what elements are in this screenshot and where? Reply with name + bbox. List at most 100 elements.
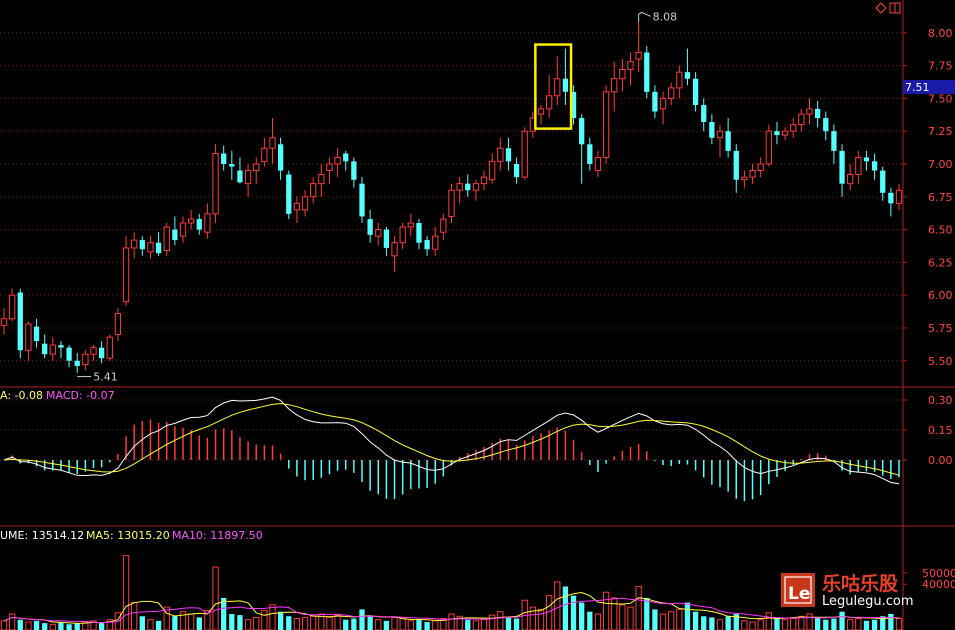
- price-axis: 8.00 7.75 7.50 7.25 7.00 6.75 6.50 6.25 6.00 5.75…: [903, 27, 953, 368]
- candle-body-down: [359, 183, 365, 217]
- candle-body-down: [579, 118, 585, 145]
- volume-bar-up: [244, 619, 252, 630]
- candle-body-up: [310, 183, 317, 198]
- volume-bar-down: [139, 616, 145, 630]
- candle-body-up: [668, 87, 675, 99]
- candle-body-up: [204, 213, 211, 233]
- candle-body-up: [253, 163, 260, 172]
- macd-axis: 0.30 0.15 0.00: [903, 394, 953, 467]
- volume-bar-up: [25, 621, 32, 630]
- volume-bar-up: [407, 620, 414, 630]
- candle-body-down: [888, 192, 894, 204]
- candle-body-down: [98, 347, 105, 359]
- candle-body-up: [554, 78, 561, 97]
- volume-bar-down: [196, 617, 202, 630]
- macd-tick-label: 0.15: [928, 424, 953, 437]
- candle-body-down: [863, 157, 870, 162]
- candle-body-down: [652, 91, 658, 112]
- candle-body-up: [790, 124, 797, 132]
- volume-bar-down: [701, 616, 707, 630]
- candle-body-up: [399, 226, 406, 244]
- volume-bar-up: [611, 597, 618, 630]
- window-icons[interactable]: [875, 2, 901, 14]
- volume-bar-down: [351, 618, 357, 630]
- watermark-brand-cn: 乐咕乐股: [822, 573, 898, 595]
- candle-body-down: [823, 118, 829, 132]
- volume-bar-down: [42, 623, 48, 630]
- candle-body-down: [774, 131, 780, 136]
- candle-body-down: [196, 219, 202, 230]
- candle-body-up: [448, 189, 455, 217]
- candle-body-up: [179, 222, 187, 237]
- volume-tick-label: 40000: [922, 578, 955, 591]
- volume-bar-down: [871, 619, 878, 630]
- volume-bar-down: [286, 616, 292, 630]
- candle-body-down: [814, 108, 821, 119]
- candle-body-up: [407, 222, 414, 228]
- candle-body-up: [326, 163, 333, 172]
- candle-body-down: [416, 223, 422, 243]
- volume-bar-down: [709, 617, 715, 630]
- candle-body-down: [74, 360, 80, 367]
- candle-body-up: [49, 344, 56, 355]
- volume-bar-down: [579, 602, 585, 630]
- candle-body-up: [895, 189, 903, 204]
- volume-bar-up: [399, 618, 406, 630]
- volume-bar-up: [334, 614, 341, 630]
- macd-grid: [0, 399, 903, 461]
- candle-body-down: [587, 144, 593, 164]
- candle-body-up: [187, 218, 195, 224]
- volume-bar-up: [676, 608, 683, 630]
- volume-bar-down: [465, 619, 471, 630]
- candle-body-up: [716, 130, 724, 139]
- price-tick-label: 6.75: [928, 191, 953, 204]
- volume-bar-down: [277, 611, 284, 630]
- macd-dif-label: A: -0.08: [0, 389, 43, 402]
- price-tick-label: 5.75: [928, 322, 953, 335]
- watermark-brand-url: Legulegu.com: [822, 594, 914, 609]
- candle-body-up: [122, 247, 130, 303]
- candle-body-down: [58, 345, 64, 348]
- candle-body-down: [684, 72, 691, 79]
- volume-bar-up: [554, 581, 561, 630]
- volume-bar-up: [806, 613, 813, 630]
- candle-body-down: [562, 78, 569, 92]
- stock-chart: 8.00 7.75 7.50 7.25 7.00 6.75 6.50 6.25 6.00 5.75…: [0, 0, 955, 630]
- volume-bar-up: [668, 611, 675, 630]
- volume-bar-down: [562, 586, 569, 630]
- candle-body-up: [163, 226, 170, 252]
- candle-body-down: [277, 144, 284, 171]
- price-tick-label: 6.50: [928, 224, 953, 237]
- volume-bar-up: [293, 618, 301, 630]
- candle-body-down: [66, 347, 72, 361]
- volume-bar-down: [814, 617, 821, 630]
- candle-body-up: [375, 229, 382, 237]
- candle-body-up: [627, 61, 634, 71]
- candle-body-down: [237, 170, 243, 183]
- volume-bar-down: [505, 617, 512, 630]
- diamond-icon[interactable]: [875, 2, 887, 14]
- candle-body-down: [155, 242, 162, 254]
- volume-ma5-label: MA5: 13015.20: [86, 529, 170, 542]
- volume-bar-up: [765, 612, 772, 630]
- low-annotation: 5.41: [77, 371, 118, 384]
- price-tick-label: 6.00: [928, 289, 953, 302]
- candle-body-up: [489, 160, 496, 181]
- volume-bar-up: [847, 619, 854, 630]
- candle-body-up: [676, 71, 683, 89]
- volume-bar-up: [790, 618, 797, 630]
- volume-bar-down: [725, 616, 731, 630]
- candle-body-down: [424, 240, 430, 250]
- volume-bar-down: [652, 609, 658, 630]
- volume-bar-down: [684, 602, 691, 630]
- candle-body-down: [831, 131, 837, 151]
- candle-body-up: [847, 173, 854, 185]
- candle-body-up: [432, 235, 439, 250]
- candle-body-up: [594, 156, 602, 172]
- volume-bar-up: [895, 618, 903, 630]
- current-price-label: 7.51: [905, 81, 930, 94]
- volume-bar-up: [741, 620, 748, 630]
- candle-body-up: [269, 137, 276, 149]
- candle-body-down: [644, 52, 650, 92]
- volume-bar-up: [269, 604, 276, 630]
